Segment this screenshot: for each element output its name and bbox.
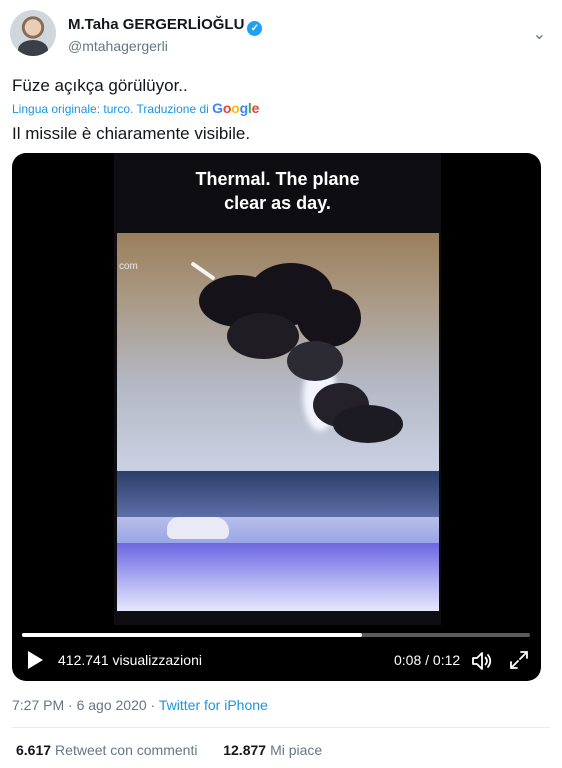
likes-label: Mi piace [270, 742, 323, 758]
video-time: 0:08 / 0:12 [394, 652, 461, 668]
tweet-date[interactable]: 6 ago 2020 [77, 697, 147, 713]
google-logo-letter: g [239, 100, 249, 116]
author-handle[interactable]: @mtahagergerli [68, 38, 168, 54]
video-player[interactable]: Thermal. The plane clear as day. com 412… [12, 153, 541, 681]
smoke-cloud [227, 313, 299, 359]
retweets-stat[interactable]: 6.617 Retweet con commenti [16, 742, 197, 758]
video-frame: Thermal. The plane clear as day. com [114, 153, 441, 625]
view-count: 412.741 visualizzazioni [58, 652, 202, 668]
video-overlay-caption: Thermal. The plane clear as day. [195, 169, 360, 213]
smoke-cloud [333, 405, 403, 443]
volume-icon[interactable] [470, 649, 494, 673]
tweet-text: Füze açıkça görülüyor.. [12, 76, 188, 95]
tweet-header: M.Taha GERGERLİOĞLU ✓ @mtahagergerli ⌄ [10, 10, 552, 58]
retweets-label: Retweet con commenti [55, 742, 198, 758]
video-progress-bar[interactable] [22, 633, 530, 637]
google-logo-letter: o [222, 100, 232, 116]
smoke-cloud [287, 341, 343, 381]
meta-separator: · [64, 697, 77, 713]
chevron-down-icon[interactable]: ⌄ [533, 24, 546, 44]
play-icon[interactable] [28, 651, 43, 669]
google-logo-letter: e [251, 100, 260, 116]
retweets-count: 6.617 [16, 742, 52, 758]
verified-badge-icon: ✓ [247, 21, 263, 36]
tweet-source-link[interactable]: Twitter for iPhone [159, 697, 268, 713]
author-name[interactable]: M.Taha GERGERLİOĞLU [68, 16, 244, 33]
video-watermark: com [119, 261, 138, 272]
divider [12, 727, 550, 728]
translated-text: Il missile è chiaramente visibile. [12, 124, 251, 143]
thermal-footage: com [117, 233, 439, 611]
author-avatar[interactable] [10, 10, 56, 56]
likes-count: 12.877 [223, 742, 267, 758]
harbor-structures [117, 471, 439, 517]
translation-label[interactable]: Lingua originale: turco. Traduzione di [12, 102, 209, 116]
google-logo-letter: o [231, 100, 240, 116]
video-progress-fill [22, 633, 363, 637]
tweet-stats: 6.617 Retweet con commenti 12.877 Mi piace [16, 742, 322, 758]
tweet-time[interactable]: 7:27 PM [12, 697, 64, 713]
google-logo-letter: G [212, 100, 223, 116]
smoke-cloud [297, 289, 361, 347]
meta-separator: · [146, 697, 159, 713]
fullscreen-icon[interactable] [508, 649, 530, 671]
author-name-row[interactable]: M.Taha GERGERLİOĞLU ✓ [68, 16, 263, 36]
tweet-meta: 7:27 PM · 6 ago 2020 · Twitter for iPhon… [12, 697, 268, 713]
car [167, 517, 229, 539]
missile-streak [190, 261, 216, 281]
translation-attribution: Lingua originale: turco. Traduzione di G… [12, 100, 259, 116]
likes-stat[interactable]: 12.877 Mi piace [223, 742, 322, 758]
foreground-grass [117, 543, 439, 611]
google-logo[interactable]: Google [212, 100, 259, 116]
